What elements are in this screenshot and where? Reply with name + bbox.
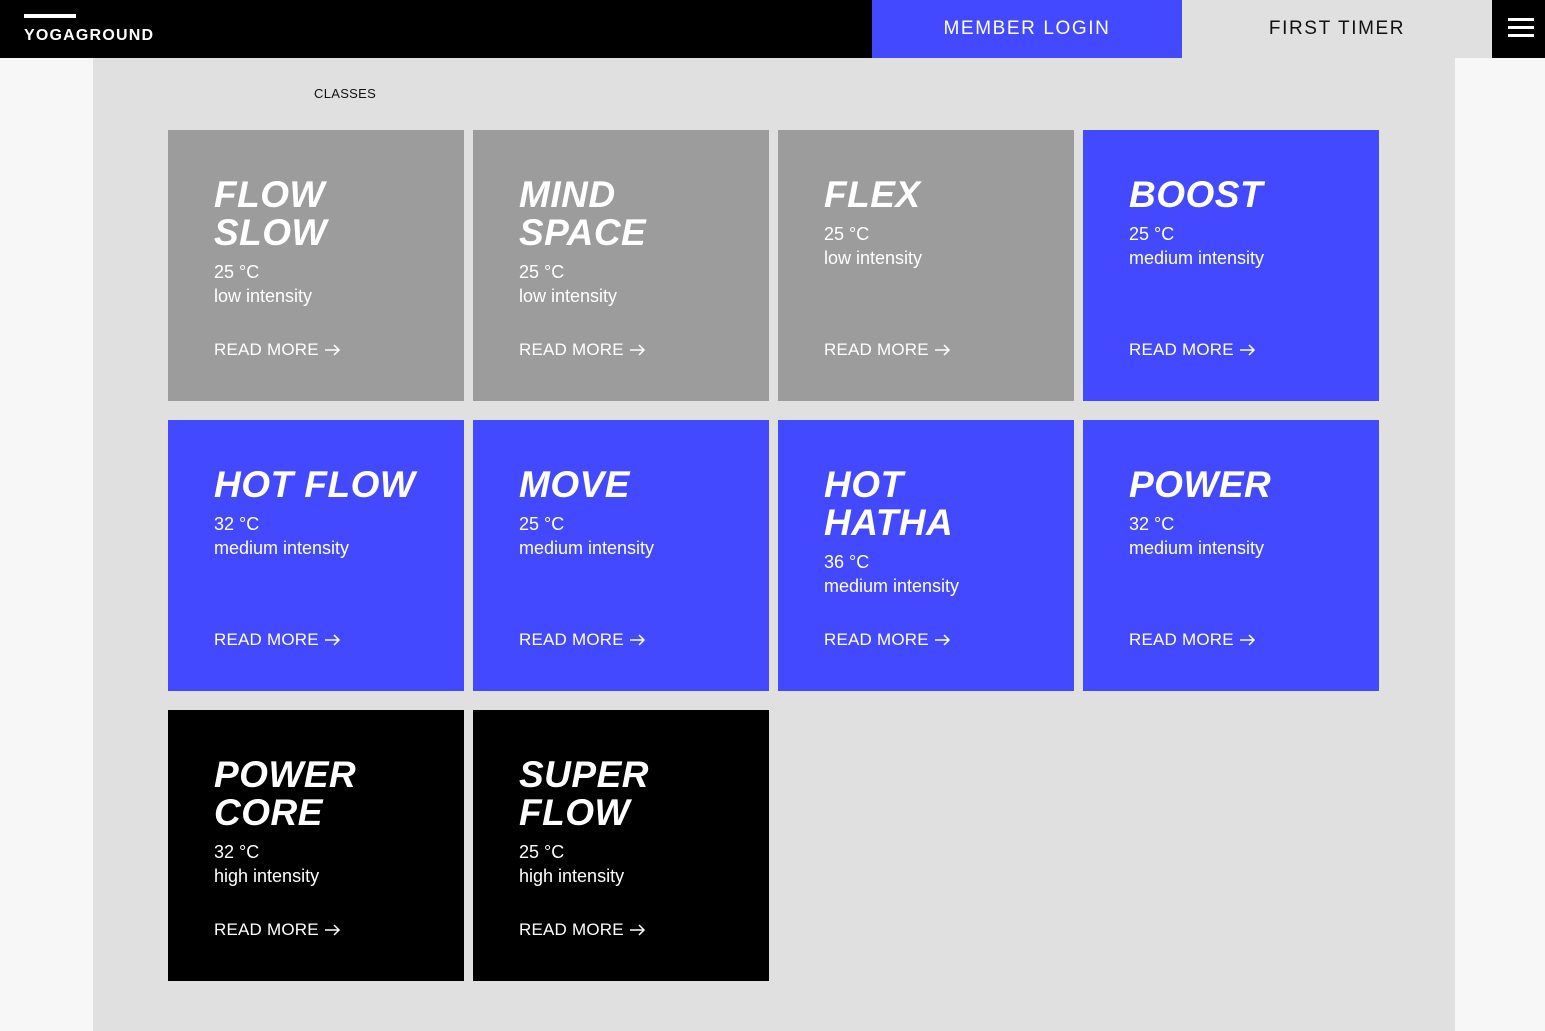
read-more-link[interactable]: READ MORE	[519, 340, 646, 360]
arrow-right-icon	[1239, 634, 1256, 646]
arrow-right-icon	[324, 634, 341, 646]
logo-text: YOGAGROUND	[24, 27, 155, 44]
class-title: FLOW SLOW	[214, 174, 327, 253]
section-label-classes: CLASSES	[314, 86, 377, 101]
class-temperature: 32 °C	[1129, 514, 1175, 534]
class-card-power-core[interactable]: POWER CORE 32 °C high intensity READ MOR…	[168, 710, 464, 981]
class-title: HOT FLOW	[214, 464, 416, 505]
arrow-right-icon	[324, 344, 341, 356]
first-timer-button[interactable]: FIRST TIMER	[1182, 0, 1492, 58]
class-meta: 36 °C medium intensity	[824, 550, 1064, 598]
arrow-right-icon	[934, 634, 951, 646]
class-meta: 32 °C medium intensity	[214, 512, 454, 560]
top-navigation-bar: YOGAGROUND MEMBER LOGIN FIRST TIMER	[0, 0, 1545, 58]
class-temperature: 36 °C	[824, 552, 870, 572]
class-title: MOVE	[519, 464, 630, 505]
class-intensity: medium intensity	[824, 576, 960, 596]
logo[interactable]: YOGAGROUND	[24, 14, 184, 48]
class-meta: 25 °C medium intensity	[519, 512, 759, 560]
member-login-button[interactable]: MEMBER LOGIN	[872, 0, 1182, 58]
read-more-link[interactable]: READ MORE	[519, 920, 646, 940]
class-intensity: low intensity	[519, 286, 618, 306]
class-card-flow-slow[interactable]: FLOW SLOW 25 °C low intensity READ MORE	[168, 130, 464, 401]
class-title: HOT HATHA	[824, 464, 954, 543]
class-temperature: 25 °C	[214, 262, 260, 282]
arrow-right-icon	[934, 344, 951, 356]
class-title: POWER CORE	[214, 754, 357, 833]
read-more-link[interactable]: READ MORE	[214, 920, 341, 940]
arrow-right-icon	[629, 634, 646, 646]
class-meta: 32 °C high intensity	[214, 840, 454, 888]
read-more-label: READ MORE	[1129, 340, 1234, 359]
class-temperature: 32 °C	[214, 514, 260, 534]
class-meta: 25 °C low intensity	[519, 260, 759, 308]
logo-bar	[24, 14, 76, 18]
class-title: BOOST	[1129, 174, 1264, 215]
class-intensity: high intensity	[519, 866, 625, 886]
class-temperature: 25 °C	[519, 262, 565, 282]
class-intensity: medium intensity	[519, 538, 655, 558]
read-more-label: READ MORE	[519, 920, 624, 939]
class-card-power[interactable]: POWER 32 °C medium intensity READ MORE	[1083, 420, 1379, 691]
class-title: POWER	[1129, 464, 1272, 505]
read-more-label: READ MORE	[214, 920, 319, 939]
class-meta: 25 °C high intensity	[519, 840, 759, 888]
arrow-right-icon	[629, 344, 646, 356]
read-more-link[interactable]: READ MORE	[519, 630, 646, 650]
class-meta: 25 °C medium intensity	[1129, 222, 1369, 270]
read-more-link[interactable]: READ MORE	[214, 340, 341, 360]
class-card-flex[interactable]: FLEX 25 °C low intensity READ MORE	[778, 130, 1074, 401]
read-more-link[interactable]: READ MORE	[824, 340, 951, 360]
read-more-label: READ MORE	[824, 340, 929, 359]
class-intensity: medium intensity	[1129, 248, 1265, 268]
class-card-mind-space[interactable]: MIND SPACE 25 °C low intensity READ MORE	[473, 130, 769, 401]
class-meta: 32 °C medium intensity	[1129, 512, 1369, 560]
class-title: SUPER FLOW	[519, 754, 649, 833]
class-card-hot-flow[interactable]: HOT FLOW 32 °C medium intensity READ MOR…	[168, 420, 464, 691]
class-card-super-flow[interactable]: SUPER FLOW 25 °C high intensity READ MOR…	[473, 710, 769, 981]
arrow-right-icon	[324, 924, 341, 936]
arrow-right-icon	[1239, 344, 1256, 356]
read-more-label: READ MORE	[1129, 630, 1234, 649]
class-intensity: high intensity	[214, 866, 320, 886]
class-temperature: 25 °C	[1129, 224, 1175, 244]
read-more-link[interactable]: READ MORE	[1129, 340, 1256, 360]
class-card-hot-hatha[interactable]: HOT HATHA 36 °C medium intensity READ MO…	[778, 420, 1074, 691]
class-card-move[interactable]: MOVE 25 °C medium intensity READ MORE	[473, 420, 769, 691]
class-meta: 25 °C low intensity	[824, 222, 1064, 270]
class-temperature: 25 °C	[519, 514, 565, 534]
class-title: MIND SPACE	[519, 174, 647, 253]
read-more-label: READ MORE	[214, 340, 319, 359]
class-intensity: medium intensity	[214, 538, 350, 558]
class-intensity: low intensity	[214, 286, 313, 306]
class-intensity: medium intensity	[1129, 538, 1265, 558]
class-meta: 25 °C low intensity	[214, 260, 454, 308]
read-more-link[interactable]: READ MORE	[1129, 630, 1256, 650]
arrow-right-icon	[629, 924, 646, 936]
read-more-label: READ MORE	[824, 630, 929, 649]
class-temperature: 25 °C	[824, 224, 870, 244]
class-temperature: 32 °C	[214, 842, 260, 862]
read-more-link[interactable]: READ MORE	[824, 630, 951, 650]
read-more-link[interactable]: READ MORE	[214, 630, 341, 650]
class-card-boost[interactable]: BOOST 25 °C medium intensity READ MORE	[1083, 130, 1379, 401]
class-title: FLEX	[824, 174, 921, 215]
read-more-label: READ MORE	[214, 630, 319, 649]
class-temperature: 25 °C	[519, 842, 565, 862]
hamburger-menu-icon[interactable]	[1492, 0, 1545, 58]
read-more-label: READ MORE	[519, 340, 624, 359]
class-intensity: low intensity	[824, 248, 923, 268]
read-more-label: READ MORE	[519, 630, 624, 649]
